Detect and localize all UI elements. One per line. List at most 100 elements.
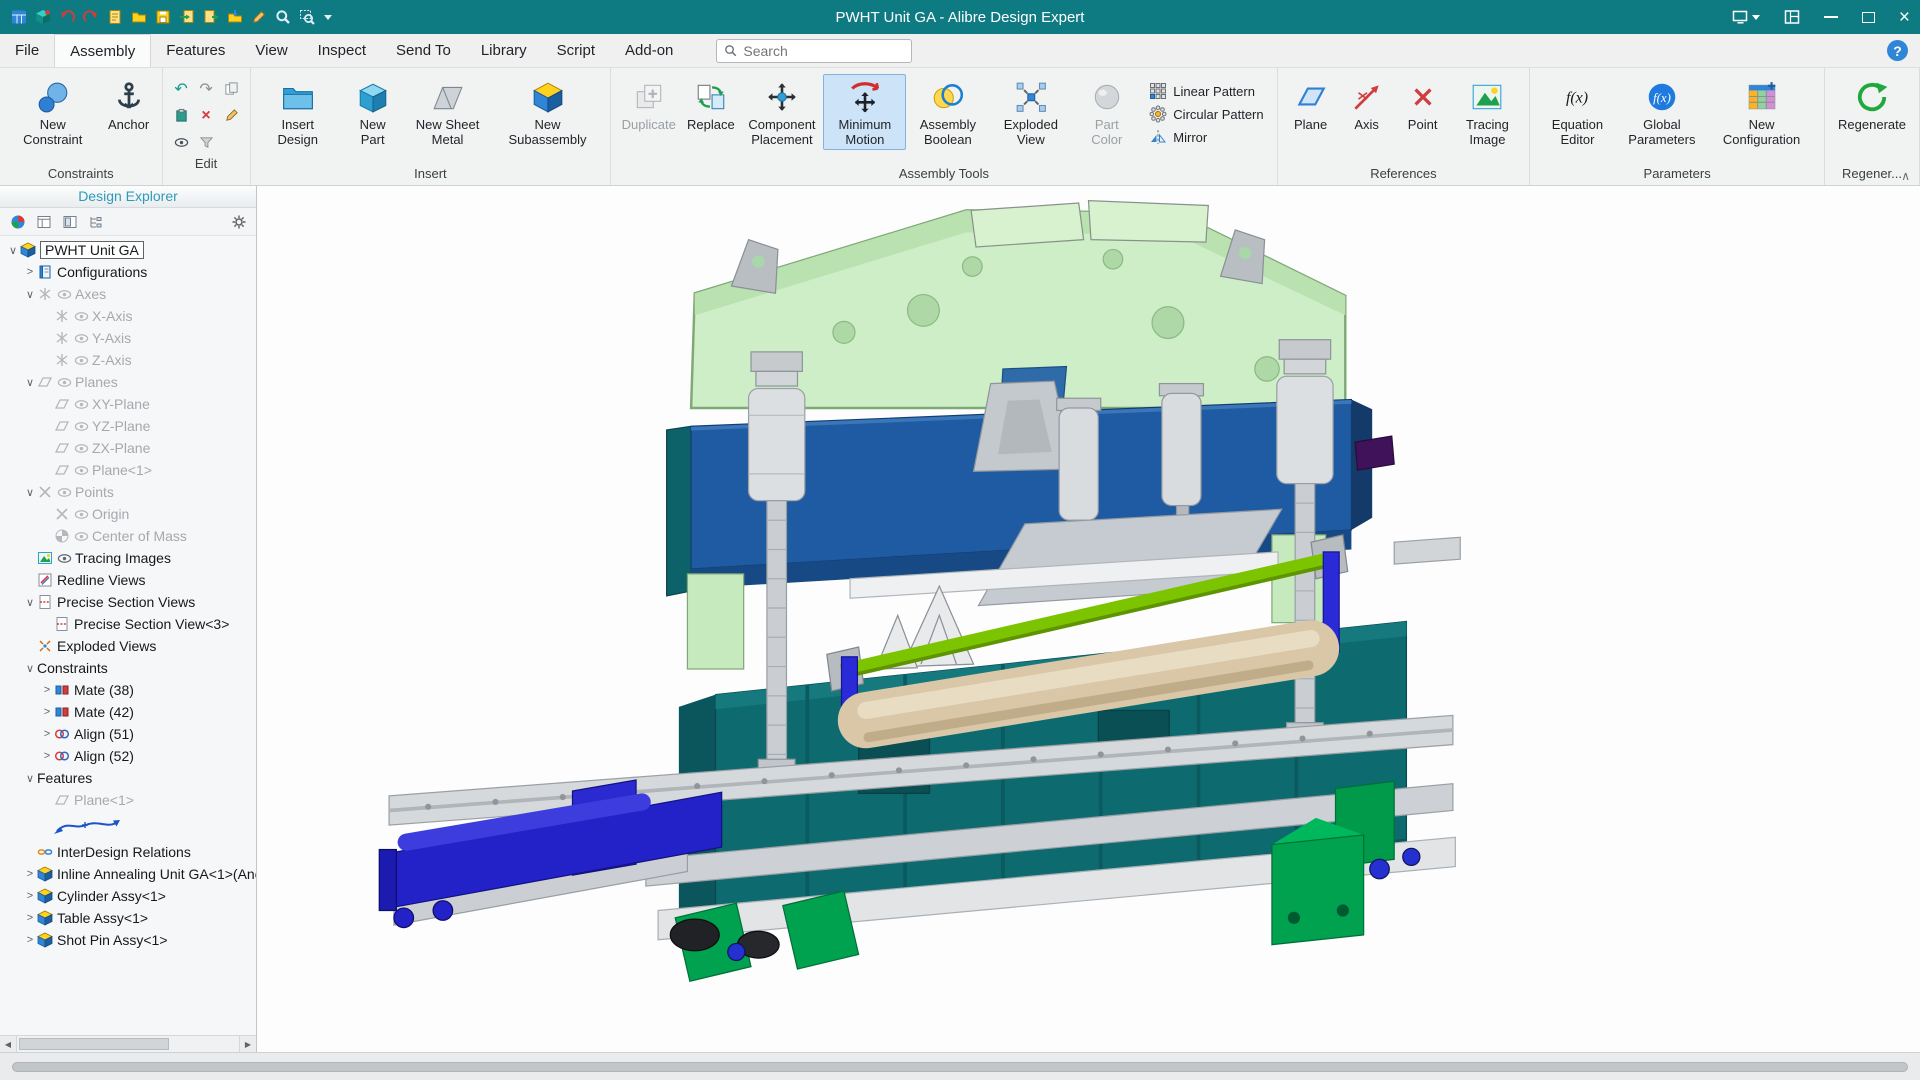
preview-panel-icon[interactable] [61,213,78,230]
tree-item-inline-annealing-unit[interactable]: Inline Annealing Unit GA<1>(Anc [0,863,256,885]
tree-item-precise-section-views[interactable]: Precise Section Views [0,591,256,613]
menu-file[interactable]: File [0,34,54,67]
search-input[interactable] [743,42,905,59]
tree-item-exploded-views[interactable]: Exploded Views [0,635,256,657]
save-as-icon[interactable] [226,9,243,26]
appearance-sphere-icon[interactable] [9,213,26,230]
scroll-right-icon[interactable]: ▶ [239,1036,256,1052]
structure-panel-icon[interactable] [87,213,104,230]
zoom-icon[interactable] [274,9,291,26]
minimize-button[interactable] [1823,16,1838,18]
assembly-boolean-button[interactable]: Assembly Boolean [906,74,989,150]
replace-button[interactable]: Replace [681,74,740,135]
new-configuration-button[interactable]: New Configuration [1704,74,1819,150]
visibility-eye-icon[interactable] [74,419,89,434]
tree-item-tracing-images[interactable]: Tracing Images [0,547,256,569]
tab-features[interactable]: Features [151,34,240,67]
bottom-scrollbar[interactable] [12,1061,1908,1072]
maximize-button[interactable] [1861,11,1875,23]
tree-item-y-axis[interactable]: Y-Axis [0,327,256,349]
visibility-eye-icon[interactable] [74,507,89,522]
search-box[interactable] [716,38,913,63]
collapse-arrow[interactable] [23,266,37,278]
scrollbar-thumb[interactable] [19,1038,169,1050]
model-viewport[interactable] [257,186,1920,1052]
quick-access-more-icon[interactable] [324,14,332,20]
tab-library[interactable]: Library [466,34,542,67]
details-panel-icon[interactable] [35,213,52,230]
tree-item-precise-section-view-3[interactable]: Precise Section View<3> [0,613,256,635]
redo-icon[interactable] [82,9,99,26]
visibility-eye-icon[interactable] [57,287,72,302]
visibility-eye-icon[interactable] [74,463,89,478]
linear-pattern-button[interactable]: Linear Pattern [1149,82,1263,100]
new-document-icon[interactable] [106,9,123,26]
tree-item-table-assy[interactable]: Table Assy<1> [0,907,256,929]
tree-item-axes[interactable]: Axes [0,283,256,305]
new-part-button[interactable]: New Part [340,74,405,150]
tree-item-planes[interactable]: Planes [0,371,256,393]
tab-send-to[interactable]: Send To [381,34,466,67]
delete-icon[interactable]: × [195,103,218,128]
anchor-button[interactable]: Anchor [101,74,157,135]
collapse-arrow[interactable] [40,750,54,762]
expand-arrow[interactable] [6,244,20,257]
tab-add-on[interactable]: Add-on [610,34,688,67]
collapse-ribbon-icon[interactable]: ∧ [1901,169,1910,183]
tab-view[interactable]: View [240,34,302,67]
regenerate-button[interactable]: Regenerate [1830,74,1914,135]
help-icon[interactable]: ? [1887,40,1908,61]
paste-icon[interactable] [170,103,193,128]
visibility-eye-icon[interactable] [74,331,89,346]
visibility-eye-icon[interactable] [57,485,72,500]
tree-item-constraints[interactable]: Constraints [0,657,256,679]
tab-inspect[interactable]: Inspect [303,34,381,67]
tab-script[interactable]: Script [542,34,610,67]
edit-pencil-icon[interactable] [250,9,267,26]
zoom-window-icon[interactable] [298,9,315,26]
expand-arrow[interactable] [23,596,37,609]
filter-icon[interactable] [195,130,218,155]
tree-item-redline-views[interactable]: Redline Views [0,569,256,591]
plane-button[interactable]: Plane [1283,74,1339,135]
tree-item-features[interactable]: Features [0,767,256,789]
collapse-arrow[interactable] [40,706,54,718]
minimum-motion-button[interactable]: Minimum Motion [823,74,907,150]
expand-arrow[interactable] [23,376,37,389]
expand-arrow[interactable] [23,662,37,675]
tree-item-sketch-feature[interactable] [0,811,256,841]
undo-icon[interactable]: ↶ [170,76,193,101]
collapse-arrow[interactable] [40,684,54,696]
tree-item-xy-plane[interactable]: XY-Plane [0,393,256,415]
tree-item-plane1[interactable]: Plane<1> [0,459,256,481]
save-icon[interactable] [154,9,171,26]
show-hide-icon[interactable] [170,130,193,155]
equation-editor-button[interactable]: f(x) Equation Editor [1535,74,1619,150]
tree-item-cylinder-assy[interactable]: Cylinder Assy<1> [0,885,256,907]
circular-pattern-button[interactable]: Circular Pattern [1149,105,1264,123]
explorer-horizontal-scrollbar[interactable]: ◀ ▶ [0,1035,256,1052]
visibility-eye-icon[interactable] [74,529,89,544]
axis-button[interactable]: Axis [1339,74,1395,135]
redo-icon[interactable]: ↷ [195,76,218,101]
tree-item-feature-plane1[interactable]: Plane<1> [0,789,256,811]
tree-item-mate-38[interactable]: Mate (38) [0,679,256,701]
tree-item-mate-42[interactable]: Mate (42) [0,701,256,723]
tree-item-points[interactable]: Points [0,481,256,503]
import-icon[interactable] [178,9,195,26]
tree-item-zx-plane[interactable]: ZX-Plane [0,437,256,459]
component-placement-button[interactable]: Component Placement [740,74,823,150]
undo-icon[interactable] [58,9,75,26]
collapse-arrow[interactable] [23,912,37,924]
tree-item-origin[interactable]: Origin [0,503,256,525]
exploded-view-button[interactable]: Exploded View [989,74,1072,150]
tracing-image-button[interactable]: Tracing Image [1451,74,1525,150]
visibility-eye-icon[interactable] [57,375,72,390]
visibility-eye-icon[interactable] [74,441,89,456]
mirror-button[interactable]: Mirror [1149,128,1263,146]
display-mode-icon[interactable] [1732,9,1760,25]
visibility-eye-icon[interactable] [74,397,89,412]
tree-item-align-51[interactable]: Align (51) [0,723,256,745]
tree-item-configurations[interactable]: Configurations [0,261,256,283]
copy-icon[interactable] [220,76,243,101]
